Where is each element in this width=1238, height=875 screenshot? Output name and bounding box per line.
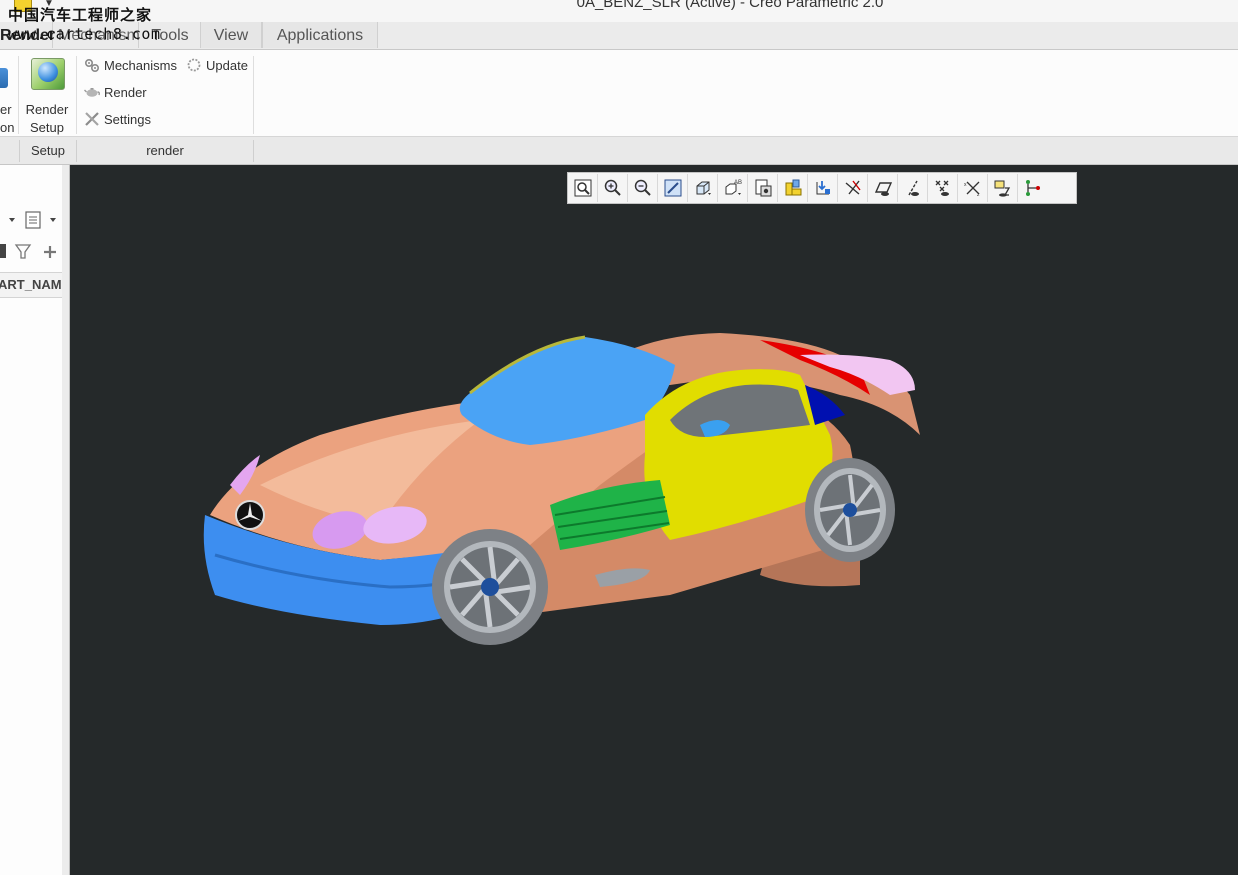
saved-views-icon[interactable]: AB bbox=[718, 174, 748, 202]
render-button[interactable]: Render bbox=[84, 83, 147, 103]
graphics-window[interactable]: AB xz bbox=[70, 165, 1238, 875]
rear-wheel bbox=[805, 458, 895, 562]
ribbon: er on Render Setup Mechanisms Update Ren… bbox=[0, 50, 1238, 137]
tree-column-header[interactable]: ART_NAM bbox=[0, 272, 62, 298]
window-title: 0A_BENZ_SLR (Active) - Creo Parametric 2… bbox=[576, 0, 884, 11]
perspective-icon[interactable] bbox=[778, 174, 808, 202]
csys-display-icon[interactable]: xz bbox=[958, 174, 988, 202]
render-setup-label-2: Setup bbox=[30, 120, 64, 135]
tools-wrench-icon bbox=[84, 111, 100, 127]
appearance-icon[interactable] bbox=[1018, 174, 1048, 202]
zoom-in-icon[interactable] bbox=[598, 174, 628, 202]
tab-view[interactable]: View bbox=[201, 22, 262, 48]
repaint-icon[interactable] bbox=[658, 174, 688, 202]
tab-tools[interactable]: Tools bbox=[140, 22, 201, 48]
point-display-icon[interactable] bbox=[928, 174, 958, 202]
update-label: Update bbox=[206, 58, 248, 73]
car-model-3d[interactable] bbox=[200, 325, 930, 655]
zoom-out-icon[interactable] bbox=[628, 174, 658, 202]
render-teapot-icon bbox=[84, 84, 100, 100]
add-column-icon[interactable] bbox=[44, 246, 56, 258]
svg-text:x: x bbox=[964, 182, 967, 188]
gears-icon bbox=[84, 57, 100, 73]
quick-access-dropdown-icon[interactable]: ▼ bbox=[44, 0, 54, 9]
settings-button[interactable]: Settings bbox=[84, 110, 151, 130]
title-bar: ▼ 0A_BENZ_SLR (Active) - Creo Parametric… bbox=[0, 0, 1238, 22]
svg-text:z: z bbox=[977, 192, 980, 198]
tab-render[interactable]: Render bbox=[0, 22, 55, 48]
partial-ribbon-button[interactable]: er on bbox=[0, 56, 16, 135]
show-icon[interactable] bbox=[0, 244, 6, 258]
ribbon-divider bbox=[253, 56, 254, 134]
render-setup-button[interactable]: Render Setup bbox=[22, 56, 72, 135]
panel-splitter[interactable] bbox=[62, 165, 70, 875]
display-style-icon[interactable] bbox=[688, 174, 718, 202]
ribbon-tabs: Render Mechanism Tools View Applications bbox=[0, 22, 1238, 50]
group-label-setup[interactable]: Setup bbox=[20, 137, 76, 164]
tab-applications[interactable]: Applications bbox=[262, 22, 378, 48]
refit-icon[interactable] bbox=[568, 174, 598, 202]
ribbon-divider bbox=[18, 56, 19, 134]
update-button[interactable]: Update bbox=[186, 56, 248, 76]
partial-button-label-1: er bbox=[0, 102, 12, 117]
settings-label: Settings bbox=[104, 112, 151, 127]
model-tree-toolbar-2 bbox=[0, 241, 62, 263]
group-divider bbox=[253, 140, 254, 162]
front-wheel bbox=[432, 529, 548, 645]
mechanisms-label: Mechanisms bbox=[104, 58, 177, 73]
partial-button-icon bbox=[0, 68, 8, 88]
tree-columns-dropdown-icon[interactable] bbox=[50, 218, 56, 222]
plane-display-icon[interactable] bbox=[868, 174, 898, 202]
quick-access-icon[interactable] bbox=[14, 0, 32, 12]
update-icon bbox=[186, 57, 202, 73]
mechanisms-button[interactable]: Mechanisms bbox=[84, 56, 177, 76]
svg-text:AB: AB bbox=[734, 180, 742, 186]
render-setup-icon bbox=[31, 58, 65, 90]
group-label-render[interactable]: render bbox=[77, 137, 253, 164]
ribbon-group-labels: Setup render bbox=[0, 137, 1238, 165]
view-manager-icon[interactable] bbox=[748, 174, 778, 202]
filter-icon[interactable] bbox=[14, 244, 32, 259]
settings-dropdown-icon[interactable] bbox=[9, 218, 15, 222]
axis-display-icon[interactable] bbox=[898, 174, 928, 202]
in-graphics-toolbar: AB xz bbox=[567, 172, 1077, 204]
annotation-display-icon[interactable] bbox=[988, 174, 1018, 202]
model-tree-panel: ART_NAM bbox=[0, 165, 63, 875]
partial-button-label-2: on bbox=[0, 120, 15, 135]
spin-center-icon[interactable] bbox=[808, 174, 838, 202]
datum-display-icon[interactable] bbox=[838, 174, 868, 202]
tab-mechanism[interactable]: Mechanism bbox=[58, 22, 140, 48]
render-label: Render bbox=[104, 85, 147, 100]
render-setup-label-1: Render bbox=[25, 102, 69, 117]
model-tree-toolbar bbox=[0, 209, 62, 231]
ribbon-divider bbox=[76, 56, 77, 134]
